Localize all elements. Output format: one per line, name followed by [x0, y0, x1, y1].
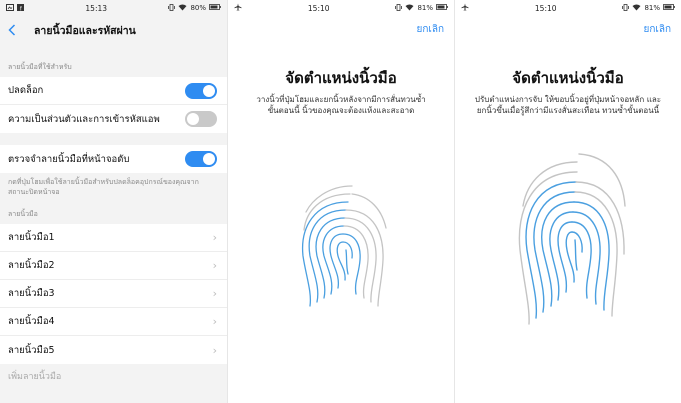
battery-percent: 81%	[417, 4, 433, 12]
fingerprint-icon	[301, 185, 387, 307]
settings-panel: f 15:13 80% ลายนิ้วมือและรหัสผ่าน ลายนิ้…	[0, 0, 227, 403]
nav-bar: ลายนิ้วมือและรหัสผ่าน	[0, 16, 227, 44]
enroll-panel-step1: 15:10 81% ยกเลิก จัดตำแหน่งนิ้วมือ วางนิ…	[227, 0, 454, 403]
status-bar: 15:10 81%	[455, 0, 681, 16]
fingerprint-label: ลายนิ้วมือ5	[8, 344, 55, 356]
fingerprint-item-4[interactable]: ลายนิ้วมือ4 ›	[0, 308, 227, 336]
chevron-left-icon	[8, 24, 16, 36]
add-fingerprint-button[interactable]: เพิ่มลายนิ้วมือ	[0, 364, 227, 388]
page-title: ลายนิ้วมือและรหัสผ่าน	[34, 24, 136, 37]
screen-off-toggle[interactable]	[185, 151, 217, 167]
status-time: 15:13	[85, 3, 108, 13]
fingerprint-item-5[interactable]: ลายนิ้วมือ5 ›	[0, 336, 227, 364]
battery-icon	[436, 4, 448, 12]
screen-off-row[interactable]: ตรวจจำลายนิ้วมือที่หน้าจอดับ	[0, 145, 227, 173]
status-time: 15:10	[534, 3, 557, 13]
vibrate-icon	[395, 3, 403, 13]
chevron-right-icon: ›	[212, 231, 217, 244]
section-label-use-for: ลายนิ้วมือที่ใช้สำหรับ	[8, 63, 72, 71]
heading: จัดตำแหน่งนิ้วมือ	[285, 69, 397, 87]
status-time: 15:10	[307, 3, 330, 13]
cancel-button[interactable]: ยกเลิก	[416, 22, 444, 37]
enroll-panel-step2: 15:10 81% ยกเลิก จัดตำแหน่งนิ้วมือ ปรับต…	[454, 0, 681, 403]
vibrate-icon	[168, 3, 176, 13]
privacy-toggle[interactable]	[185, 111, 217, 127]
fingerprint-label: ลายนิ้วมือ3	[8, 288, 55, 299]
screen-off-group: ตรวจจำลายนิ้วมือที่หน้าจอดับ	[0, 145, 227, 173]
cancel-button[interactable]: ยกเลิก	[643, 22, 671, 37]
chevron-right-icon: ›	[212, 287, 217, 300]
status-bar: f 15:13 80%	[0, 0, 227, 16]
wifi-icon	[178, 4, 187, 13]
battery-icon	[663, 4, 675, 12]
chevron-right-icon: ›	[212, 343, 217, 357]
airplane-icon	[461, 3, 469, 13]
fingerprint-list: ลายนิ้วมือ1 › ลายนิ้วมือ2 › ลายนิ้วมือ3 …	[0, 224, 227, 364]
use-for-group: ปลดล็อก ความเป็นส่วนตัวและการเข้ารหัสแอพ	[0, 77, 227, 133]
screen-off-description: กดที่ปุ่มโฮมเพื่อใช้ลายนิ้วมือสำหรับปลดล…	[8, 178, 199, 196]
battery-percent: 81%	[644, 4, 660, 12]
vibrate-icon	[622, 3, 630, 13]
instruction-text: ปรับตำแหน่งการจับ ให้ขอบนิ้วอยู่ที่ปุ่มห…	[474, 95, 662, 115]
chevron-right-icon: ›	[212, 315, 217, 328]
section-label-fingerprints: ลายนิ้วมือ	[8, 210, 38, 218]
privacy-label: ความเป็นส่วนตัวและการเข้ารหัสแอพ	[8, 113, 160, 125]
chevron-right-icon: ›	[212, 259, 217, 272]
status-bar: 15:10 81%	[228, 0, 454, 16]
unlock-row[interactable]: ปลดล็อก	[0, 77, 227, 105]
privacy-row[interactable]: ความเป็นส่วนตัวและการเข้ารหัสแอพ	[0, 105, 227, 133]
fingerprint-label: ลายนิ้วมือ4	[8, 316, 55, 327]
fingerprint-label: ลายนิ้วมือ1	[8, 232, 55, 243]
unlock-label: ปลดล็อก	[8, 85, 44, 96]
fingerprint-item-1[interactable]: ลายนิ้วมือ1 ›	[0, 224, 227, 252]
screen-off-label: ตรวจจำลายนิ้วมือที่หน้าจอดับ	[8, 153, 130, 165]
fingerprint-item-3[interactable]: ลายนิ้วมือ3 ›	[0, 280, 227, 308]
notification-icon	[6, 3, 14, 13]
fingerprint-label: ลายนิ้วมือ2	[8, 260, 55, 271]
airplane-icon	[234, 3, 242, 13]
wifi-icon	[405, 4, 414, 13]
heading: จัดตำแหน่งนิ้วมือ	[512, 69, 624, 87]
back-button[interactable]	[0, 16, 24, 44]
fingerprint-item-2[interactable]: ลายนิ้วมือ2 ›	[0, 252, 227, 280]
battery-percent: 80%	[190, 4, 206, 12]
unlock-toggle[interactable]	[185, 82, 217, 99]
wifi-icon	[632, 4, 641, 13]
battery-icon	[209, 4, 221, 12]
instruction-text: วางนิ้วที่ปุ่มโฮมและยกนิ้วหลังจากมีการสั…	[256, 95, 426, 115]
facebook-icon: f	[17, 3, 24, 13]
fingerprint-icon	[518, 153, 626, 325]
